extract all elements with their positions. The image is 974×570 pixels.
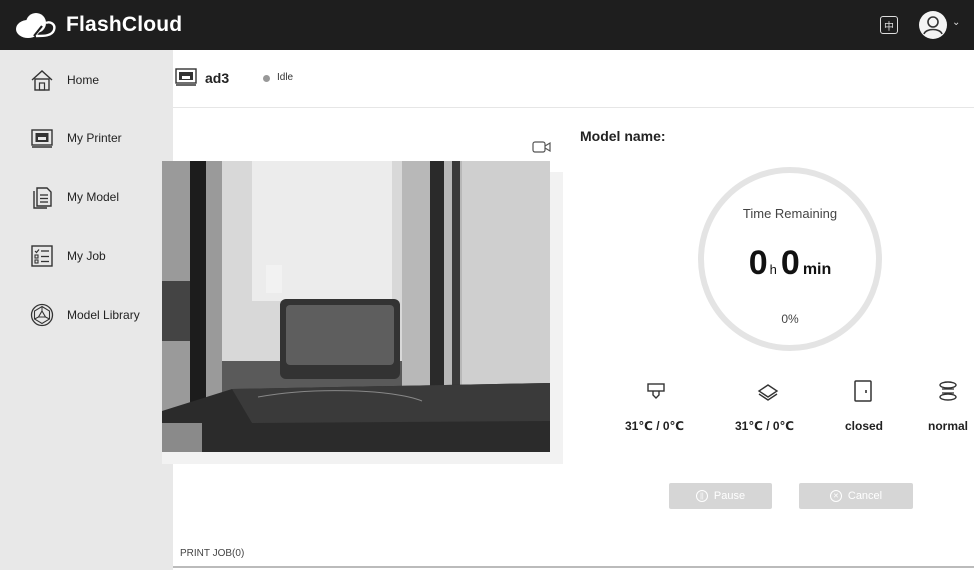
sidebar-item-label: My Printer xyxy=(67,131,122,145)
brand[interactable]: FlashCloud xyxy=(14,10,182,40)
sidebar-item-model-library[interactable]: Model Library xyxy=(0,295,173,335)
heated-bed-icon xyxy=(757,384,779,401)
door-status: closed xyxy=(845,419,884,433)
job-list-icon xyxy=(31,245,53,267)
sidebar-item-my-job[interactable]: My Job xyxy=(0,236,173,276)
cancel-label: Cancel xyxy=(847,490,883,502)
camera-feed xyxy=(162,161,550,452)
sidebar-item-label: My Job xyxy=(67,249,106,263)
close-icon: ✕ xyxy=(829,490,842,502)
cancel-button[interactable]: ✕ Cancel xyxy=(799,483,913,509)
model-icon xyxy=(33,187,52,209)
camera-image xyxy=(162,161,550,452)
printer-header: ad3 Idle xyxy=(173,50,974,108)
hours-unit: h xyxy=(769,262,777,277)
sidebar-item-my-model[interactable]: My Model xyxy=(0,177,173,217)
printer-status: Idle xyxy=(277,72,294,83)
app-name: FlashCloud xyxy=(66,13,183,36)
printer-icon xyxy=(175,68,197,86)
user-avatar[interactable] xyxy=(919,11,947,39)
filament-status: normal xyxy=(928,419,969,433)
chevron-down-icon[interactable]: ⌄ xyxy=(952,17,960,28)
sidebar-item-my-printer[interactable]: My Printer xyxy=(0,118,173,158)
model-library-icon xyxy=(30,303,54,327)
model-name-label: Model name: xyxy=(580,128,666,144)
nozzle-icon xyxy=(647,383,665,399)
sidebar-item-home[interactable]: Home xyxy=(0,60,173,100)
printer-icon xyxy=(31,129,53,148)
time-remaining-label: Time Remaining xyxy=(742,206,838,221)
progress-percent: 0% xyxy=(781,312,799,326)
sidebar-item-label: Model Library xyxy=(67,308,140,322)
hours-value: 0 xyxy=(748,244,768,282)
cloud-logo-icon xyxy=(16,13,56,38)
user-icon xyxy=(923,16,943,35)
sidebar: Home My Printer My Model My Job Model Li… xyxy=(0,50,173,570)
filament-spool-icon xyxy=(939,381,957,401)
minutes-value: 0 xyxy=(780,244,800,282)
print-job-tab[interactable]: PRINT JOB(0) xyxy=(180,548,244,559)
language-switch-button[interactable]: 中 xyxy=(880,16,898,34)
printer-name: ad3 xyxy=(205,70,230,86)
time-remaining-value: 0 h 0 min xyxy=(700,244,880,283)
home-icon xyxy=(31,70,53,91)
divider xyxy=(173,566,974,568)
pause-icon: || xyxy=(695,490,708,502)
sidebar-item-label: My Model xyxy=(67,190,120,204)
video-camera-icon[interactable] xyxy=(532,140,552,154)
sidebar-item-label: Home xyxy=(67,73,100,87)
pause-label: Pause xyxy=(713,490,746,502)
top-bar: FlashCloud 中 ⌄ xyxy=(0,0,974,50)
status-dot xyxy=(263,75,270,82)
pause-button[interactable]: || Pause xyxy=(669,483,772,509)
minutes-unit: min xyxy=(802,261,832,278)
door-icon xyxy=(854,380,872,402)
nozzle-temperature: 31℃ / 0℃ xyxy=(625,419,685,433)
bed-temperature: 31℃ / 0℃ xyxy=(735,419,795,433)
